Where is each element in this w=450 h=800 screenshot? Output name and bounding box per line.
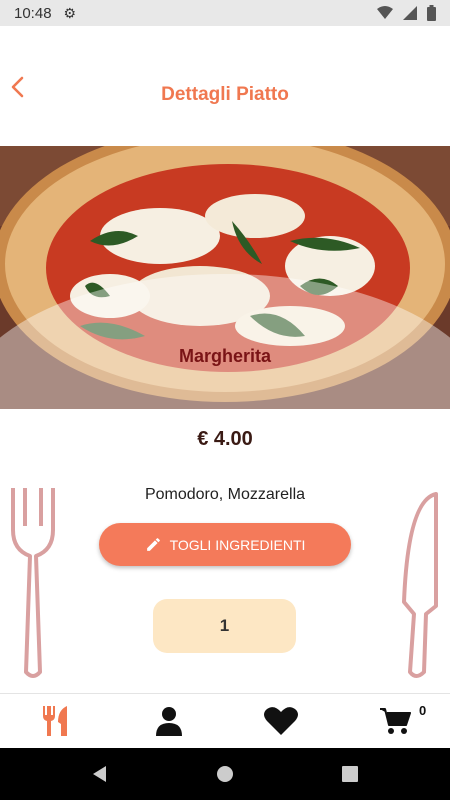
user-icon	[156, 707, 182, 736]
nav-cart[interactable]	[378, 704, 412, 738]
dish-image: Margherita	[0, 146, 450, 409]
heart-icon	[264, 707, 298, 735]
recents-square-icon[interactable]	[340, 764, 360, 784]
wifi-icon	[377, 6, 393, 19]
app-bar: Dettagli Piatto	[0, 26, 450, 146]
pencil-icon	[146, 538, 160, 551]
bottom-nav: 0	[0, 693, 450, 749]
home-circle-icon[interactable]	[215, 764, 235, 784]
quantity-field[interactable]: 1	[153, 599, 296, 653]
remove-ingredients-button[interactable]: TOGLI INGREDIENTI	[99, 523, 351, 566]
status-time: 10:48	[14, 4, 52, 22]
quantity-value: 1	[219, 616, 230, 635]
battery-icon	[427, 5, 436, 21]
cutlery-icon	[43, 706, 67, 736]
nav-favorites[interactable]	[264, 704, 298, 738]
system-nav-bar	[0, 748, 450, 800]
back-triangle-icon[interactable]	[90, 764, 110, 784]
dish-price: € 4.00	[197, 428, 253, 450]
nav-profile[interactable]	[152, 704, 186, 738]
cart-icon	[380, 708, 411, 734]
nav-menu[interactable]	[39, 704, 73, 738]
gear-icon: ⚙	[63, 4, 77, 21]
status-bar: 10:48 ⚙	[0, 0, 450, 26]
page-title: Dettagli Piatto	[161, 84, 289, 105]
signal-icon	[403, 6, 417, 20]
remove-ingredients-label: TOGLI INGREDIENTI	[169, 536, 306, 553]
dish-name: Margherita	[178, 346, 272, 366]
dish-ingredients: Pomodoro, Mozzarella	[144, 486, 306, 503]
knife-decoration	[402, 492, 438, 678]
fork-decoration	[11, 488, 55, 678]
cart-count-badge: 0	[419, 703, 427, 718]
